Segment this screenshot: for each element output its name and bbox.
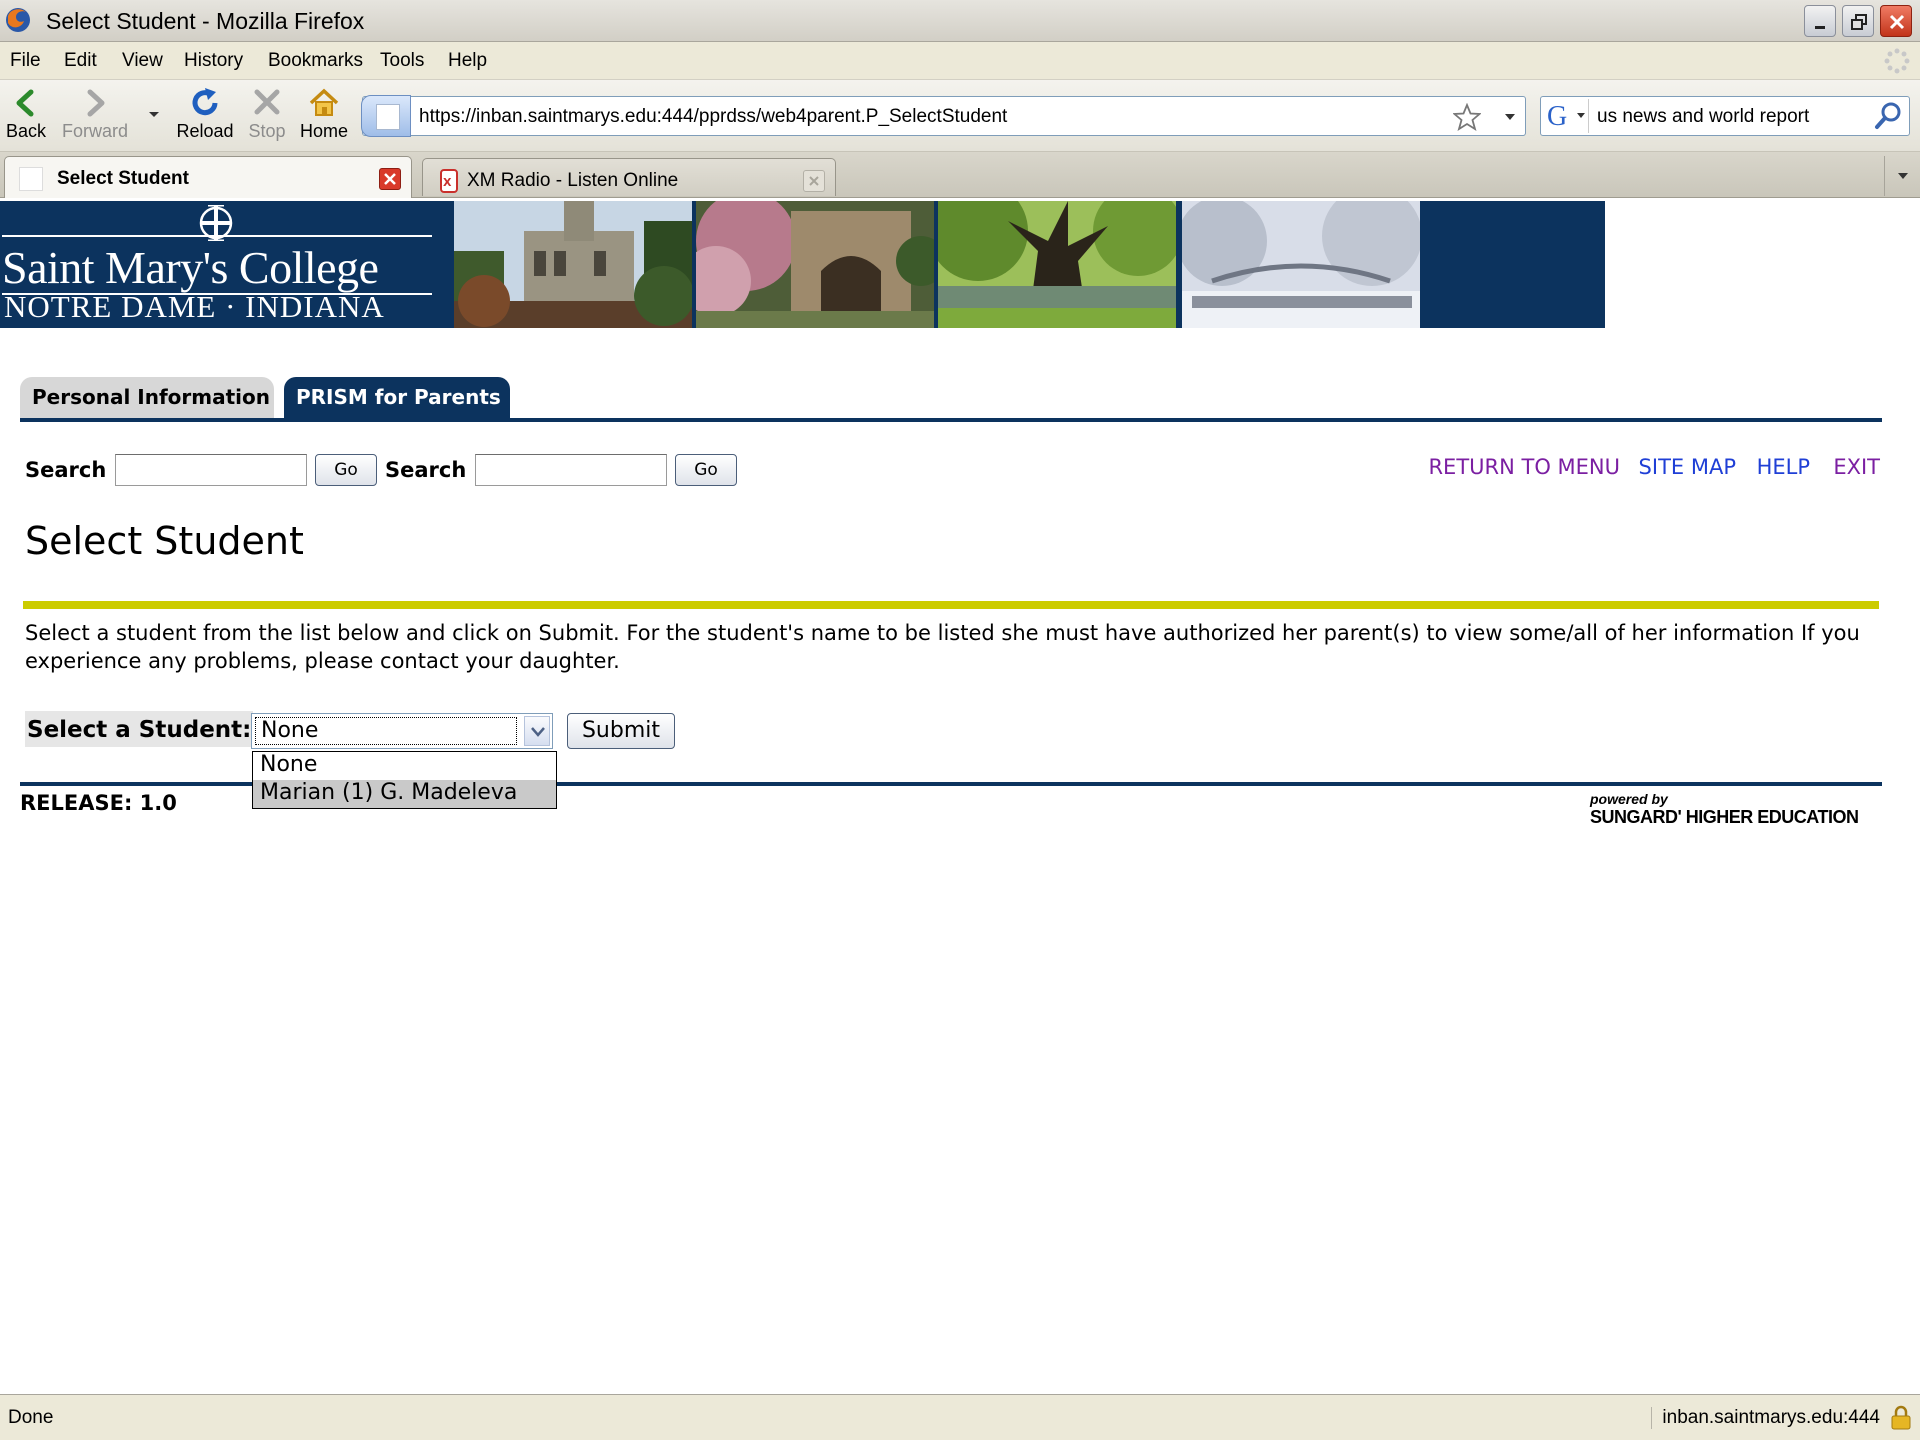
logo-rule xyxy=(2,235,432,237)
web-search-box[interactable]: G us news and world report xyxy=(1540,96,1910,136)
menu-history[interactable]: History xyxy=(184,50,243,72)
menu-edit[interactable]: Edit xyxy=(64,50,97,72)
tab-select-student[interactable]: Select Student xyxy=(4,156,412,198)
back-button[interactable]: Back xyxy=(4,86,48,148)
url-text: https://inban.saintmarys.edu:444/pprdss/… xyxy=(419,106,1008,127)
tab-close-button[interactable] xyxy=(379,168,401,190)
search-go-button[interactable]: Go xyxy=(315,454,377,486)
search-icon[interactable] xyxy=(1873,101,1905,131)
status-bar: Done inban.saintmarys.edu:444 xyxy=(0,1394,1920,1440)
instructions-text: Select a student from the list below and… xyxy=(25,621,1860,673)
release-version: RELEASE: 1.0 xyxy=(20,791,177,815)
lock-icon[interactable] xyxy=(1890,1405,1912,1431)
back-arrow-icon xyxy=(16,89,34,117)
site-identity-icon[interactable] xyxy=(361,95,411,137)
close-icon xyxy=(1889,14,1905,30)
window-titlebar: Select Student - Mozilla Firefox xyxy=(0,0,1920,42)
page-content: Saint Mary's College NOTRE DAME · INDIAN… xyxy=(0,199,1920,1394)
campus-lake-photo xyxy=(938,201,1176,328)
close-icon xyxy=(809,176,819,186)
stop-button[interactable]: Stop xyxy=(246,86,288,148)
page-title: Select Student xyxy=(25,519,304,563)
close-window-button[interactable] xyxy=(1880,5,1912,37)
option-none[interactable]: None xyxy=(253,752,556,780)
svg-text:X: X xyxy=(443,176,452,189)
tab-xm-radio[interactable]: X XM Radio - Listen Online xyxy=(422,158,836,196)
chevron-down-icon xyxy=(531,727,545,737)
college-banner: Saint Mary's College NOTRE DAME · INDIAN… xyxy=(0,201,1605,328)
url-dropdown-icon[interactable] xyxy=(1505,114,1515,120)
dropdown-arrow[interactable] xyxy=(524,716,550,746)
tab-underline xyxy=(20,418,1882,422)
svg-text:G: G xyxy=(1547,101,1567,131)
exit-link[interactable]: EXIT xyxy=(1833,455,1880,479)
url-bar[interactable]: https://inban.saintmarys.edu:444/pprdss/… xyxy=(361,95,1526,137)
student-select[interactable]: None xyxy=(251,713,553,749)
search-label: Search xyxy=(385,458,467,482)
minimize-icon xyxy=(1815,26,1825,29)
reload-button[interactable]: Reload xyxy=(172,86,238,148)
tab-personal-information[interactable]: Personal Information xyxy=(20,377,274,419)
search-input[interactable] xyxy=(475,454,667,486)
college-logo: Saint Mary's College NOTRE DAME · INDIAN… xyxy=(0,201,452,328)
close-icon xyxy=(384,173,396,185)
sungard-logo: powered by SUNGARD' HIGHER EDUCATION xyxy=(1590,791,1859,827)
xm-radio-icon: X xyxy=(440,169,458,193)
search-engine-selector[interactable]: G xyxy=(1543,99,1589,133)
google-icon: G xyxy=(1547,101,1585,132)
restore-button[interactable] xyxy=(1842,5,1874,37)
heading-divider xyxy=(23,601,1879,609)
search-go-button[interactable]: Go xyxy=(675,454,737,486)
status-text: Done xyxy=(8,1407,54,1428)
firefox-icon xyxy=(6,8,30,32)
menu-help[interactable]: Help xyxy=(448,50,487,72)
browser-tab-strip: Select Student X XM Radio - Listen Onlin… xyxy=(0,152,1920,198)
select-student-label: Select a Student: xyxy=(25,711,254,747)
submit-button[interactable]: Submit xyxy=(567,713,675,749)
restore-icon xyxy=(1851,14,1867,30)
forward-arrow-icon xyxy=(87,89,105,117)
blank-page-icon xyxy=(19,167,43,191)
chevron-down-icon xyxy=(149,112,159,117)
search-label: Search xyxy=(25,458,107,482)
menu-file[interactable]: File xyxy=(10,50,41,72)
campus-winter-photo xyxy=(1182,201,1420,328)
return-to-menu-link[interactable]: RETURN TO MENU xyxy=(1428,455,1620,479)
home-button[interactable]: Home xyxy=(296,86,352,148)
window-title: Select Student - Mozilla Firefox xyxy=(46,8,365,34)
campus-archway-photo xyxy=(696,201,934,328)
search-input-value: us news and world report xyxy=(1597,106,1810,127)
tab-close-button[interactable] xyxy=(803,170,825,192)
menubar: File Edit View History Bookmarks Tools H… xyxy=(0,42,1920,80)
menu-bookmarks[interactable]: Bookmarks xyxy=(268,50,363,72)
navigation-toolbar: Back Forward Reload Stop Home https://in… xyxy=(0,80,1920,152)
status-host: inban.saintmarys.edu:444 xyxy=(1651,1407,1880,1429)
student-select-value: None xyxy=(255,717,517,745)
student-options-list[interactable]: None Marian (1) G. Madeleva xyxy=(252,751,557,809)
site-map-link[interactable]: SITE MAP xyxy=(1639,455,1736,479)
menu-tools[interactable]: Tools xyxy=(380,50,424,72)
reload-icon xyxy=(192,88,218,116)
home-icon xyxy=(309,88,339,116)
throbber-icon xyxy=(1884,48,1910,74)
bookmark-star-icon[interactable] xyxy=(1453,103,1481,131)
menu-view[interactable]: View xyxy=(122,50,163,72)
option-student[interactable]: Marian (1) G. Madeleva xyxy=(253,780,556,808)
search-input[interactable] xyxy=(115,454,307,486)
forward-button[interactable]: Forward xyxy=(56,86,134,148)
stop-icon xyxy=(254,89,280,115)
tab-prism-for-parents[interactable]: PRISM for Parents xyxy=(284,377,510,419)
history-dropdown-button[interactable] xyxy=(144,86,164,148)
help-link[interactable]: HELP xyxy=(1757,455,1810,479)
campus-chapel-photo xyxy=(454,201,692,328)
minimize-button[interactable] xyxy=(1804,5,1836,37)
list-all-tabs-button[interactable] xyxy=(1884,156,1920,196)
